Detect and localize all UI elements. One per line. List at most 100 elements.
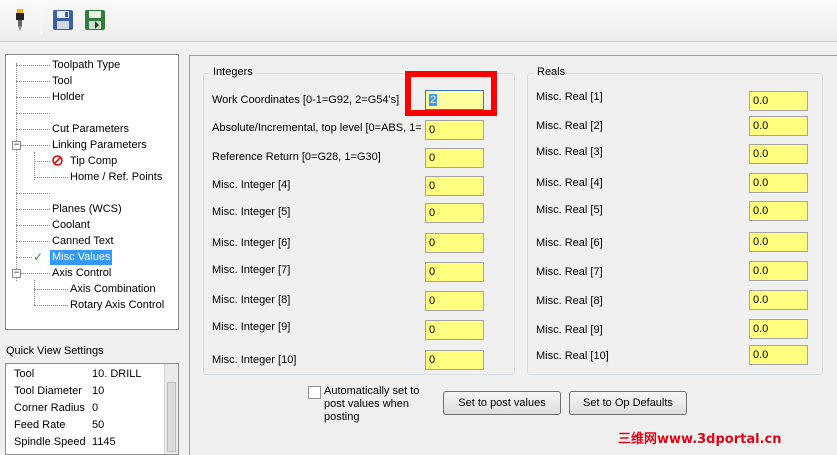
parameter-tree: Toolpath Type Tool Holder Cut Parameters…	[5, 54, 179, 330]
tool-icon[interactable]	[8, 8, 32, 32]
misc-integer-7-field[interactable]: 0	[425, 262, 484, 282]
toolbar	[0, 0, 837, 42]
misc-real-4-field[interactable]: 0.0	[749, 173, 808, 193]
tree-item-label: Linking Parameters	[52, 139, 147, 151]
tree-item-tip-comp[interactable]: Tip Comp	[68, 154, 119, 169]
misc-real-8-field[interactable]: 0.0	[749, 290, 808, 310]
integer-label: Misc. Integer [6]	[212, 237, 291, 249]
tree-item-holder[interactable]: Holder	[50, 90, 86, 105]
integers-title: Integers	[210, 66, 256, 78]
collapse-linking-parameters-icon[interactable]: −	[12, 141, 21, 150]
quick-view-settings: Tool 10. DRILL Tool Diameter 10 Corner R…	[5, 363, 179, 455]
no-entry-icon	[52, 155, 63, 169]
tree-item-axis-combination[interactable]: Axis Combination	[68, 282, 158, 297]
save-icon[interactable]	[51, 8, 75, 32]
tree-item-misc-values[interactable]: Misc Values	[50, 250, 113, 265]
check-icon: ✓	[33, 250, 44, 264]
misc-real-7-field[interactable]: 0.0	[749, 261, 808, 281]
real-label: Misc. Real [3]	[536, 146, 603, 158]
tree-item-planes-wcs[interactable]: Planes (WCS)	[50, 202, 124, 217]
tree-item-label: Holder	[52, 91, 85, 103]
tree-item-linking-parameters[interactable]: Linking Parameters	[50, 138, 149, 153]
misc-integer-5-field[interactable]: 0	[425, 203, 484, 223]
tree-item-label: Home / Ref. Points	[70, 171, 163, 183]
quick-view-key: Spindle Speed	[14, 436, 86, 448]
tree-item-canned-text[interactable]: Canned Text	[50, 234, 116, 249]
tree-item-blank-1[interactable]	[50, 106, 54, 121]
quick-view-row: Spindle Speed 1145	[14, 434, 164, 451]
misc-integer-9-field[interactable]: 0	[425, 320, 484, 340]
tree-item-blank-2[interactable]	[50, 186, 54, 201]
quick-view-title: Quick View Settings	[6, 345, 104, 357]
quick-view-key: Corner Radius	[14, 402, 85, 414]
set-to-post-values-button[interactable]: Set to post values	[443, 391, 561, 415]
quick-view-value: 0	[92, 402, 99, 414]
collapse-axis-control-icon[interactable]: −	[12, 269, 21, 278]
auto-set-label-line: Automatically set to	[324, 385, 420, 397]
misc-real-9-field[interactable]: 0.0	[749, 319, 808, 339]
quick-view-row: Tool 10. DRILL	[14, 366, 164, 383]
tree-item-label: Canned Text	[52, 235, 114, 247]
integer-label: Misc. Integer [4]	[212, 179, 291, 191]
tree-item-coolant[interactable]: Coolant	[50, 218, 92, 233]
integer-label: Misc. Integer [7]	[212, 264, 291, 276]
integer-label: Reference Return [0=G28, 1=G30]	[212, 151, 381, 163]
tree-item-home-ref-points[interactable]: Home / Ref. Points	[68, 170, 164, 185]
tree-item-label: Coolant	[52, 219, 90, 231]
auto-set-label-line: posting	[324, 411, 360, 423]
tree-item-label: Misc Values	[52, 251, 111, 263]
absolute-incremental-field[interactable]: 0	[425, 120, 484, 140]
integer-label: Absolute/Incremental, top level [0=ABS, …	[212, 122, 422, 134]
real-label: Misc. Real [9]	[536, 324, 603, 336]
auto-set-post-values-checkbox[interactable]	[308, 386, 321, 399]
real-label: Misc. Real [5]	[536, 204, 603, 216]
scrollbar-thumb[interactable]	[167, 382, 176, 452]
misc-real-3-field[interactable]: 0.0	[749, 144, 808, 164]
tree-item-cut-parameters[interactable]: Cut Parameters	[50, 122, 131, 137]
tree-item-label: Axis Control	[52, 267, 112, 279]
auto-set-post-values-label[interactable]: Automatically set to post values when po…	[324, 385, 419, 424]
tree-item-toolpath-type[interactable]: Toolpath Type	[50, 58, 122, 73]
misc-integer-10-field[interactable]: 0	[425, 350, 484, 370]
highlight-annotation	[405, 71, 497, 116]
tree-item-label: Planes (WCS)	[52, 203, 122, 215]
real-label: Misc. Real [4]	[536, 177, 603, 189]
quick-view-value: 50	[92, 419, 105, 431]
tree-item-label: Tool	[52, 75, 73, 87]
misc-integer-6-field[interactable]: 0	[425, 233, 484, 253]
tree-item-label: Cut Parameters	[52, 123, 130, 135]
quick-view-key: Feed Rate	[14, 419, 66, 431]
watermark-text: 三维网www.3dportal.cn	[618, 432, 782, 447]
quick-view-value: 10	[92, 385, 105, 397]
quick-view-value: 1145	[92, 436, 116, 448]
tree-item-rotary-axis-control[interactable]: Rotary Axis Control	[68, 298, 166, 313]
integer-label: Misc. Integer [10]	[212, 354, 297, 366]
misc-integer-4-field[interactable]: 0	[425, 176, 484, 196]
auto-set-label-line: post values when	[324, 398, 409, 410]
integer-label: Work Coordinates [0-1=G92, 2=G54's]	[212, 94, 400, 106]
tree-item-label: Toolpath Type	[52, 59, 121, 71]
tree-item-label: Tip Comp	[70, 155, 118, 167]
misc-real-5-field[interactable]: 0.0	[749, 201, 808, 221]
reference-return-field[interactable]: 0	[425, 148, 484, 168]
quick-view-key: Tool	[14, 368, 35, 380]
misc-real-2-field[interactable]: 0.0	[749, 116, 808, 136]
tree-item-tool[interactable]: Tool	[50, 74, 74, 89]
quick-view-scrollbar[interactable]	[164, 364, 178, 454]
quick-view-value: 10. DRILL	[92, 368, 142, 380]
tree-item-axis-control[interactable]: Axis Control	[50, 266, 113, 281]
real-label: Misc. Real [1]	[536, 91, 603, 103]
misc-real-10-field[interactable]: 0.0	[749, 345, 808, 365]
quick-view-row: Feed Rate 50	[14, 417, 164, 434]
misc-integer-8-field[interactable]: 0	[425, 291, 484, 311]
quick-view-row: Corner Radius 0	[14, 400, 164, 417]
real-label: Misc. Real [10]	[536, 350, 609, 362]
toolbar-separator	[41, 8, 42, 34]
save-as-icon[interactable]	[83, 8, 107, 32]
quick-view-key: Tool Diameter	[14, 385, 82, 397]
misc-real-6-field[interactable]: 0.0	[749, 232, 808, 252]
integer-label: Misc. Integer [9]	[212, 321, 291, 333]
set-to-op-defaults-button[interactable]: Set to Op Defaults	[569, 391, 687, 415]
misc-real-1-field[interactable]: 0.0	[749, 91, 808, 111]
quick-view-row: Tool Diameter 10	[14, 383, 164, 400]
